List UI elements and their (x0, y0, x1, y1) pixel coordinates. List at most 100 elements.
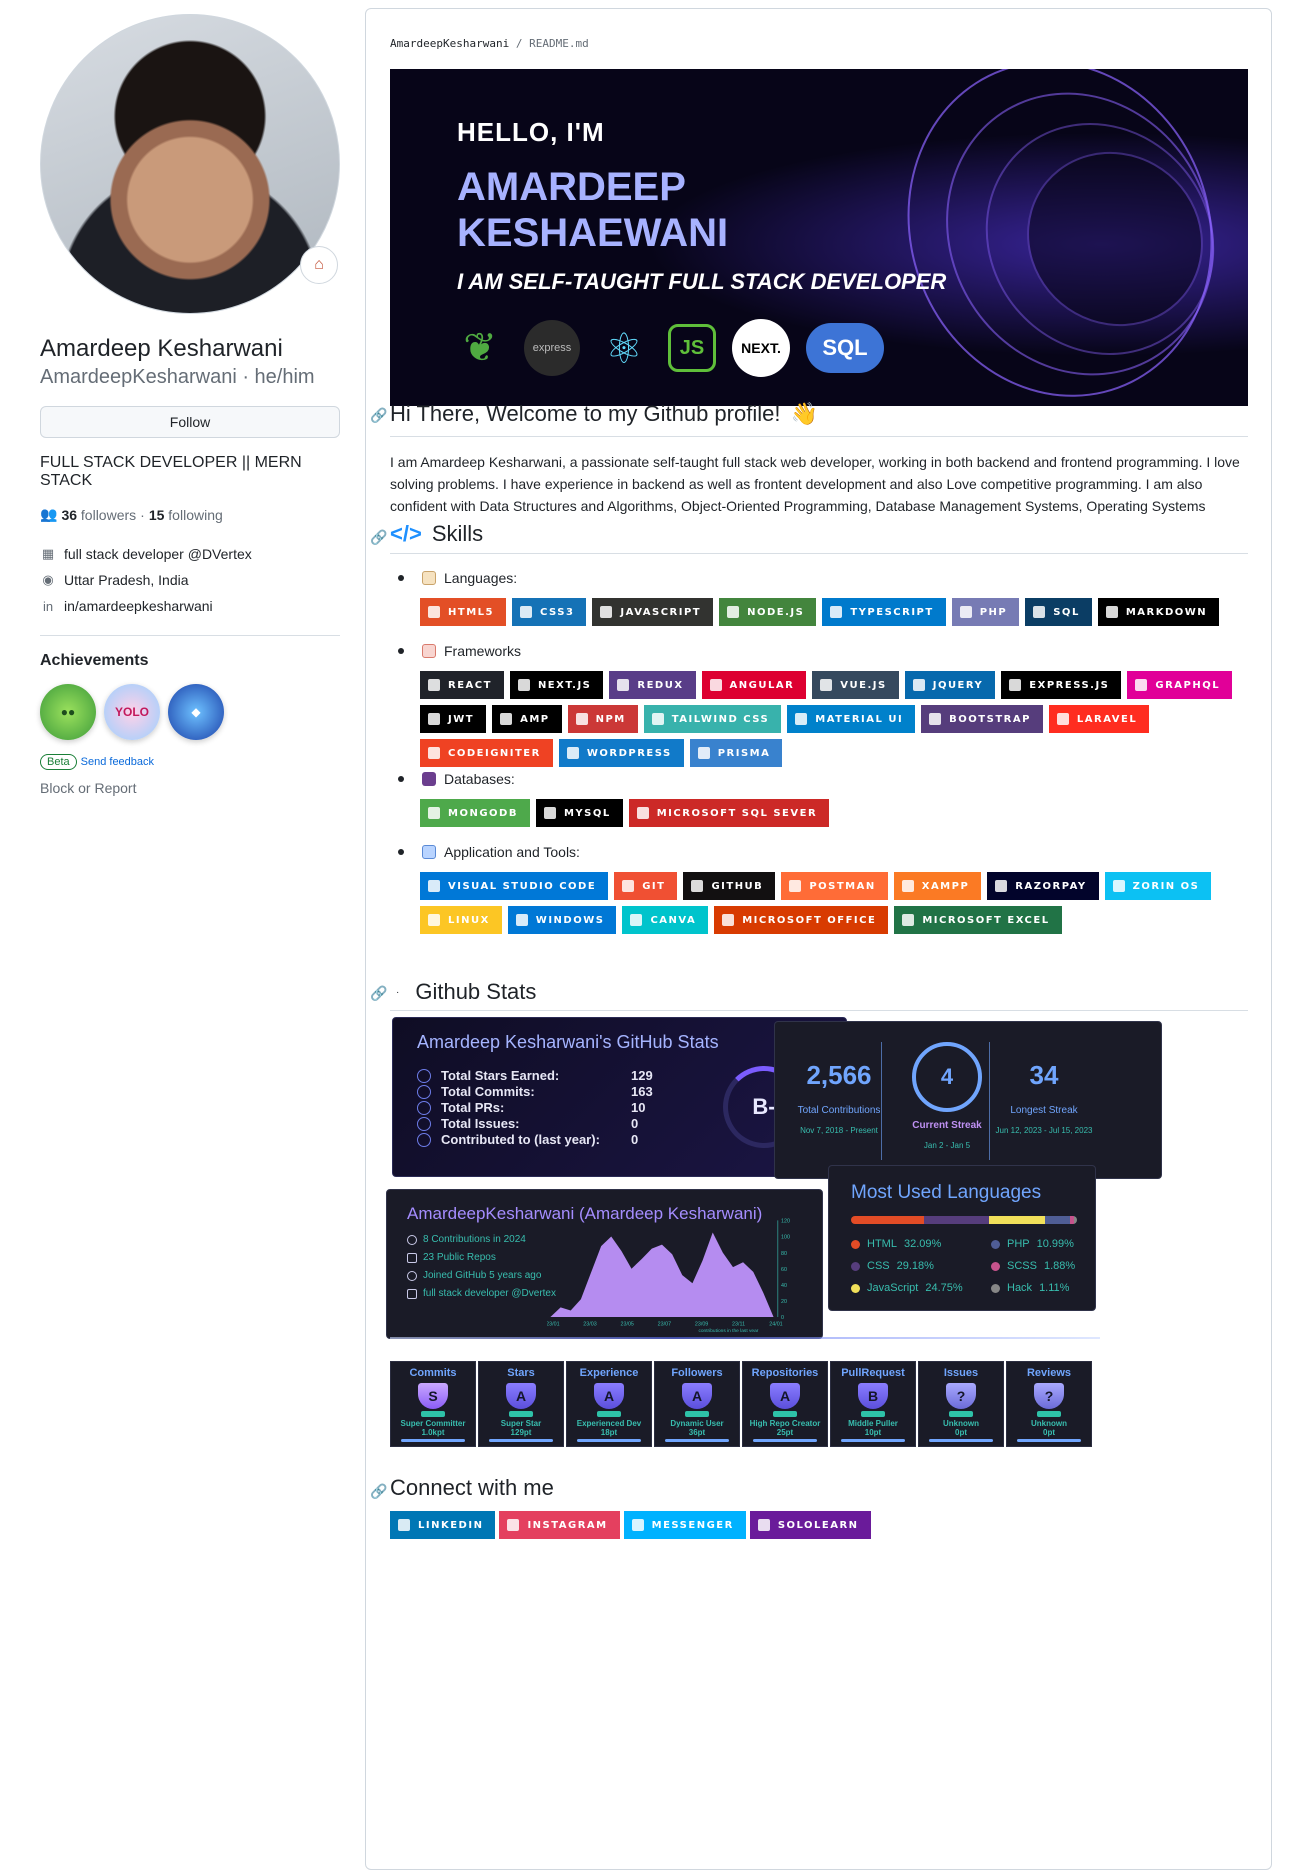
badge-xampp[interactable]: XAMPP (893, 872, 982, 900)
anchor-link-icon[interactable]: 🔗 (370, 529, 387, 546)
trophy-followers[interactable]: Followers A Dynamic User 36pt (654, 1361, 740, 1447)
stat-commits: Total Commits: 163 (417, 1084, 653, 1099)
linkedin-icon: in (42, 598, 54, 614)
badge-microsoft-excel[interactable]: MICROSOFT EXCEL (894, 906, 1062, 934)
badge-typescript[interactable]: TYPESCRIPT (822, 598, 946, 626)
badge-messenger[interactable]: MESSENGER (623, 1511, 746, 1539)
trophy-label: Unknown (943, 1419, 979, 1428)
badge-microsoft-sql-sever[interactable]: MICROSOFT SQL SEVER (628, 799, 830, 827)
repo-icon (407, 1252, 417, 1263)
badge-canva[interactable]: CANVA (622, 906, 709, 934)
followers-link[interactable]: 36 followers (61, 507, 136, 523)
trophy-reviews[interactable]: Reviews? Unknown 0pt (1006, 1361, 1092, 1447)
badge-material-ui[interactable]: MATERIAL UI (787, 705, 916, 733)
status-house-icon[interactable]: ⌂ (300, 246, 338, 284)
achievement-pull-shark-icon[interactable]: ◆ (168, 684, 224, 740)
badge-linux[interactable]: LINUX (420, 906, 502, 934)
nextjs-icon: NEXT. (732, 319, 790, 377)
trophy-experience[interactable]: Experience A Experienced Dev 18pt (566, 1361, 652, 1447)
badge-redux[interactable]: REDUX (609, 671, 696, 699)
badge-css3[interactable]: CSS3 (511, 598, 587, 626)
badge-linkedin[interactable]: LINKEDIN (390, 1511, 496, 1539)
badge-node-js[interactable]: NODE.JS (719, 598, 817, 626)
badge-jquery[interactable]: JQUERY (904, 671, 996, 699)
badge-mysql[interactable]: MYSQL (535, 799, 623, 827)
badge-amp[interactable]: AMP (492, 705, 562, 733)
badge-instagram[interactable]: INSTAGRAM (499, 1511, 620, 1539)
frameworks-bullet: Frameworks (398, 643, 521, 659)
trophy-pullrequest[interactable]: PullRequest B Middle Puller 10pt (830, 1361, 916, 1447)
anchor-link-icon[interactable]: 🔗 (370, 407, 387, 424)
tools-bullet: Application and Tools: (398, 844, 580, 860)
badge-npm[interactable]: NPM (567, 705, 638, 733)
badge-microsoft-office[interactable]: MICROSOFT OFFICE (714, 906, 889, 934)
linkedin-link[interactable]: in/amardeepkesharwani (64, 598, 213, 614)
badge-tailwind-css[interactable]: TAILWIND CSS (643, 705, 782, 733)
badge-express-js[interactable]: EXPRESS.JS (1001, 671, 1122, 699)
x-tick-label: 24/01 (769, 1322, 782, 1328)
trophy-title: Repositories (751, 1367, 819, 1379)
badge-mongodb[interactable]: MONGODB (420, 799, 530, 827)
repo-icon (417, 1132, 431, 1147)
badge-postman[interactable]: POSTMAN (781, 872, 888, 900)
send-feedback-link[interactable]: Send feedback (81, 756, 154, 768)
achievements-title[interactable]: Achievements (40, 652, 340, 670)
badge-windows[interactable]: WINDOWS (507, 906, 617, 934)
avatar[interactable] (40, 14, 340, 314)
streak-stats-card[interactable]: 2,566 Total Contributions Nov 7, 2018 - … (774, 1021, 1162, 1179)
breadcrumb-user[interactable]: AmardeepKesharwani (390, 37, 509, 50)
connect-badges: LINKEDIN INSTAGRAM MESSENGER SOLOLEARN (390, 1511, 871, 1539)
badge-graphql[interactable]: GRAPHQL (1127, 671, 1233, 699)
wordpress-icon (566, 747, 579, 759)
y-tick-label: 100 (781, 1235, 790, 1241)
badge-bootstrap[interactable]: BOOTSTRAP (921, 705, 1043, 733)
badge-sql[interactable]: SQL (1025, 598, 1092, 626)
trophy-stars[interactable]: Stars A Super Star 129pt (478, 1361, 564, 1447)
trophy-commits[interactable]: Commits S Super Committer 1.0kpt (390, 1361, 476, 1447)
profile-summary-card[interactable]: AmardeepKesharwani (Amardeep Kesharwani)… (386, 1189, 823, 1339)
trophy-points: 129pt (510, 1428, 532, 1437)
badge-zorin-os[interactable]: ZORIN OS (1104, 872, 1212, 900)
trophy-issues[interactable]: Issues? Unknown 0pt (918, 1361, 1004, 1447)
badge-wordpress[interactable]: WORDPRESS (558, 739, 684, 767)
trophy-points: 0pt (955, 1428, 967, 1437)
badge-razorpay[interactable]: RAZORPAY (987, 872, 1099, 900)
badge-markdown[interactable]: MARKDOWN (1097, 598, 1220, 626)
express-js-icon (1009, 679, 1022, 691)
following-link[interactable]: 15 following (149, 507, 223, 523)
badge-next-js[interactable]: NEXT.JS (509, 671, 604, 699)
trophy-progress-bar (577, 1439, 641, 1442)
x-tick-label: 23/01 (547, 1322, 560, 1328)
badge-javascript[interactable]: JAVASCRIPT (592, 598, 714, 626)
badge-php[interactable]: PHP (951, 598, 1020, 626)
y-tick-label: 20 (781, 1299, 787, 1305)
code-icon: </> (390, 521, 422, 546)
badge-github[interactable]: GITHUB (683, 872, 776, 900)
microsoft-excel-icon (902, 914, 915, 926)
badge-jwt[interactable]: JWT (420, 705, 487, 733)
achievement-pair-extraordinaire-icon[interactable]: ●● (40, 684, 96, 740)
trophy-repositories[interactable]: Repositories A High Repo Creator 25pt (742, 1361, 828, 1447)
achievement-yolo-icon[interactable]: YOLO (104, 684, 160, 740)
company-text: full stack developer @DVertex (64, 546, 252, 562)
badge-angular[interactable]: ANGULAR (701, 671, 807, 699)
frameworks-badges: REACT NEXT.JS REDUX ANGULAR VUE.JS JQUERY EXPR… (420, 671, 1240, 767)
badge-react[interactable]: REACT (420, 671, 504, 699)
block-report-link[interactable]: Block or Report (40, 780, 340, 796)
most-used-languages-card[interactable]: Most Used Languages HTML 32.09% CSS 29.18%… (828, 1165, 1096, 1311)
anchor-link-icon[interactable]: 🔗 (370, 985, 387, 1002)
badge-visual-studio-code[interactable]: VISUAL STUDIO CODE (420, 872, 609, 900)
badge-git[interactable]: GIT (614, 872, 678, 900)
trophy-cup-icon: A (594, 1383, 624, 1409)
messenger-icon (631, 1519, 644, 1531)
anchor-link-icon[interactable]: 🔗 (370, 1483, 387, 1500)
badge-laravel[interactable]: LARAVEL (1048, 705, 1150, 733)
badge-prisma[interactable]: PRISMA (689, 739, 783, 767)
badge-vue-js[interactable]: VUE.JS (812, 671, 899, 699)
heading-rule (390, 1010, 1248, 1011)
follow-button[interactable]: Follow (40, 406, 340, 438)
badge-html5[interactable]: HTML5 (420, 598, 506, 626)
typescript-icon (830, 606, 843, 618)
badge-codeigniter[interactable]: CODEIGNITER (420, 739, 553, 767)
badge-sololearn[interactable]: SOLOLEARN (749, 1511, 871, 1539)
